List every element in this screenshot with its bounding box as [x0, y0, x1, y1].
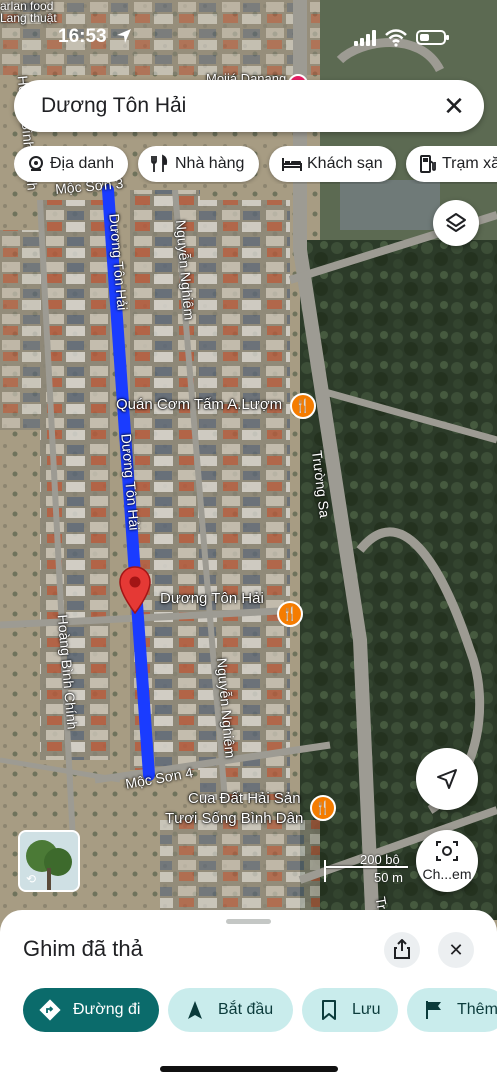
map-top-label: arlan food Lang thuật — [0, 0, 57, 25]
layers-button[interactable] — [433, 200, 479, 246]
street-truong-sa-bottom[interactable]: Tr — [372, 895, 390, 910]
sheet-title: Ghim đã thả — [23, 936, 143, 961]
sheet-grabber[interactable] — [226, 919, 271, 924]
restaurant-pin-icon[interactable]: 🍴 — [290, 393, 316, 419]
scale-top: 200 bộ — [360, 852, 400, 867]
dropped-pin-icon[interactable] — [118, 565, 152, 617]
map-scale: 200 bộ 50 m — [310, 852, 410, 885]
close-icon: ✕ — [448, 940, 464, 960]
share-button[interactable] — [384, 932, 420, 968]
action-label: Lưu — [352, 1001, 381, 1018]
search-bar[interactable]: Dương Tôn Hải ✕ — [14, 80, 484, 132]
start-button[interactable]: Bắt đầu — [168, 988, 293, 1032]
signal-icon — [354, 30, 376, 46]
location-arrow-icon — [117, 29, 131, 43]
poi-cua-dat-line2[interactable]: Tươi Sống Bình Dân — [165, 810, 303, 827]
pin-label: Dương Tôn Hải — [160, 590, 264, 607]
scale-bar — [324, 866, 408, 868]
directions-icon — [39, 999, 61, 1021]
scale-bottom: 50 m — [374, 870, 403, 885]
save-button[interactable]: Lưu — [302, 988, 398, 1032]
poi-cua-dat-line1[interactable]: Cua Đất Hải Sản — [188, 790, 301, 807]
chip-label: Trạm xă — [442, 155, 497, 172]
flag-icon — [426, 1001, 441, 1019]
status-bar: 16:53 — [0, 24, 497, 52]
scale-tick — [324, 860, 326, 882]
chip-label: Khách sạn — [307, 155, 383, 172]
chip-label: Nhà hàng — [175, 155, 245, 172]
camera-scan-icon — [436, 841, 458, 861]
poi-quan-com-tam[interactable]: Quán Cơm Tấm A.Lượm — [116, 396, 282, 413]
fuel-icon — [420, 155, 436, 173]
restaurant-pin-icon[interactable]: 🍴 — [277, 601, 303, 627]
home-indicator[interactable] — [160, 1066, 338, 1072]
my-location-button[interactable] — [416, 748, 478, 810]
navigation-arrow-icon — [437, 769, 457, 789]
category-chips: Địa danh Nhà hàng Khách sạn Trạm xă — [14, 146, 497, 184]
street-view-thumbnail[interactable]: ⟲ — [18, 830, 80, 892]
share-icon — [394, 939, 410, 959]
action-label: Thêm — [457, 1001, 497, 1018]
rotate-360-icon: ⟲ — [26, 872, 37, 886]
street-view-button[interactable]: Ch...em — [416, 830, 478, 892]
battery-icon — [416, 30, 449, 45]
fork-knife-icon — [151, 154, 168, 172]
action-label: Bắt đầu — [218, 1001, 274, 1018]
chip-gas-station[interactable]: Trạm xă — [406, 146, 497, 182]
close-sheet-button[interactable]: ✕ — [438, 932, 474, 968]
bottom-sheet[interactable]: Ghim đã thả ✕ Đường đi Bắt đầu Lưu Thêm — [0, 910, 497, 1080]
wifi-icon — [385, 29, 407, 47]
chip-label: Địa danh — [50, 155, 115, 172]
search-input[interactable]: Dương Tôn Hải — [41, 94, 186, 118]
street-view-label: Ch...em — [422, 866, 472, 882]
layers-icon — [446, 213, 466, 232]
bed-icon — [282, 158, 302, 171]
navigation-arrow-icon — [188, 1001, 202, 1019]
more-button[interactable]: Thêm — [407, 988, 497, 1032]
chip-hotel[interactable]: Khách sạn — [269, 146, 396, 182]
directions-button[interactable]: Đường đi — [23, 988, 159, 1032]
close-icon[interactable]: ✕ — [440, 92, 468, 120]
chip-landmark[interactable]: Địa danh — [14, 146, 128, 182]
chip-restaurant[interactable]: Nhà hàng — [138, 146, 259, 182]
bookmark-icon — [322, 1000, 336, 1020]
landmark-icon — [29, 156, 43, 171]
restaurant-pin-icon[interactable]: 🍴 — [310, 795, 336, 821]
clock: 16:53 — [58, 26, 107, 47]
action-label: Đường đi — [73, 1001, 141, 1018]
